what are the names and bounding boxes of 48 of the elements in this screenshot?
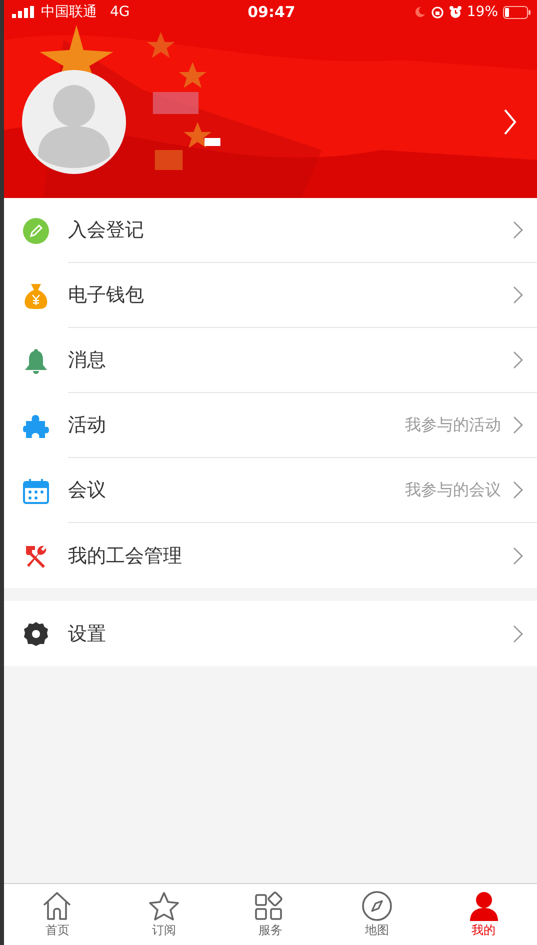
menu-item[interactable]: 会议 我参与的会议 bbox=[4, 458, 537, 523]
chevron-right-icon bbox=[513, 481, 523, 499]
tab[interactable]: 地图 bbox=[324, 884, 430, 945]
rotation-lock-icon bbox=[430, 6, 444, 18]
chevron-right-icon bbox=[513, 546, 523, 564]
menu-label: 入会登记 bbox=[68, 218, 145, 243]
menu-label: 活动 bbox=[68, 413, 107, 438]
pencil-icon bbox=[23, 218, 49, 244]
chevron-right-icon bbox=[513, 624, 523, 642]
home-icon bbox=[41, 890, 74, 920]
menu-label: 设置 bbox=[68, 622, 107, 646]
clock-time: 09:47 bbox=[248, 3, 296, 21]
chevron-right-icon bbox=[513, 416, 523, 434]
battery-icon bbox=[503, 6, 531, 18]
menu-item[interactable]: 我的工会管理 bbox=[4, 523, 537, 588]
chevron-right-icon bbox=[513, 221, 523, 239]
tab[interactable]: 服务 bbox=[217, 884, 324, 945]
menu-item[interactable]: 电子钱包 bbox=[4, 263, 537, 328]
tab[interactable]: 我的 bbox=[430, 884, 537, 945]
signal-icon bbox=[12, 6, 36, 18]
person-icon bbox=[468, 890, 500, 920]
menu-item[interactable]: 入会登记 bbox=[4, 198, 537, 263]
money-bag-icon bbox=[23, 282, 49, 310]
compass-icon bbox=[361, 890, 394, 920]
tab[interactable]: 订阅 bbox=[110, 884, 218, 945]
network-type: 4G bbox=[110, 4, 130, 20]
menu-label: 电子钱包 bbox=[68, 283, 145, 308]
tab[interactable]: 首页 bbox=[4, 884, 111, 945]
menu-hint: 我参与的活动 bbox=[405, 414, 501, 436]
gear-icon bbox=[23, 620, 49, 646]
menu-item[interactable]: 活动 我参与的活动 bbox=[4, 393, 537, 458]
carrier-name: 中国联通 bbox=[41, 3, 97, 21]
menu-hint: 我参与的会议 bbox=[405, 480, 501, 500]
calendar-icon bbox=[23, 478, 49, 504]
chevron-right-icon[interactable] bbox=[503, 108, 517, 136]
puzzle-icon bbox=[23, 412, 49, 438]
menu-item[interactable]: 消息 bbox=[4, 328, 537, 393]
chevron-right-icon bbox=[513, 351, 523, 369]
menu-label: 我的工会管理 bbox=[68, 544, 183, 568]
battery-percent: 19% bbox=[466, 4, 498, 20]
menu-label: 消息 bbox=[68, 348, 107, 373]
alarm-icon bbox=[448, 6, 462, 18]
chevron-right-icon bbox=[513, 286, 523, 304]
bell-icon bbox=[23, 348, 49, 374]
menu-item[interactable]: 设置 bbox=[4, 601, 537, 666]
menu-label: 会议 bbox=[68, 478, 107, 503]
moon-icon bbox=[414, 6, 426, 18]
star-icon bbox=[148, 890, 180, 920]
